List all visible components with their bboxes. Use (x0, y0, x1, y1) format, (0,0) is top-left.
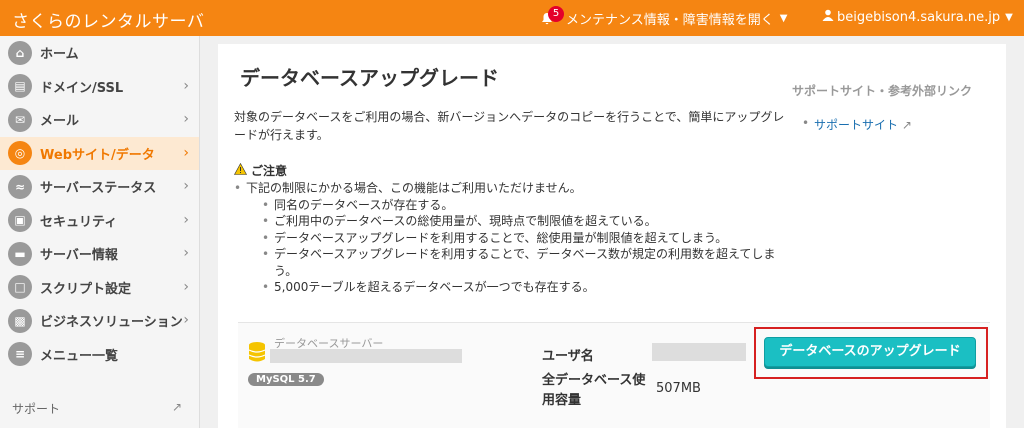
globe-icon: ◎ (8, 141, 32, 166)
db-user-name-redacted (652, 343, 746, 361)
sidebar-support-link[interactable]: サポート (12, 400, 60, 417)
list-item: データベースアップグレードを利用することで、総使用量が制限値を超えてしまう。 (234, 230, 794, 247)
upgrade-database-button[interactable]: データベースのアップグレード (764, 337, 976, 367)
script-icon: □ (8, 275, 32, 300)
mysql-version-badge: MySQL 5.7 (248, 373, 324, 386)
sidebar-item-script-settings[interactable]: □ スクリプト設定 › (0, 271, 199, 305)
caution-title: ご注意 (251, 164, 288, 178)
domain-icon: ▤ (8, 74, 32, 99)
notification-badge: 5 (548, 5, 564, 22)
sidebar-item-home[interactable]: ⌂ ホーム (0, 36, 199, 70)
sidebar-item-label: セキュリティ (40, 214, 118, 230)
chart-icon: ≈ (8, 174, 32, 199)
server-icon: ▬ (8, 241, 32, 266)
list-item: 下記の制限にかかる場合、この機能はご利用いただけません。 (234, 180, 794, 197)
list-item: ご利用中のデータベースの総使用量が、現時点で制限値を超えている。 (234, 213, 794, 230)
links-heading: サポートサイト・参考外部リンク (792, 84, 973, 98)
chevron-right-icon: › (183, 245, 189, 261)
chevron-down-icon: ▼ (1005, 11, 1013, 23)
mail-icon: ✉ (8, 107, 32, 132)
support-site-label: サポートサイト (814, 118, 899, 132)
chevron-right-icon: › (183, 312, 189, 328)
database-row: データベースサーバー MySQL 5.7 ユーザ名 全データベース使用容量 50… (238, 322, 990, 428)
list-item: 同名のデータベースが存在する。 (234, 197, 794, 214)
sidebar-item-domain[interactable]: ▤ ドメイン/SSL › (0, 70, 199, 104)
sidebar-item-menu-list[interactable]: ≡ メニュー一覧 (0, 338, 199, 372)
page-title: データベースアップグレード (240, 66, 499, 90)
chevron-right-icon: › (183, 144, 189, 161)
user-name: beigebison4.sakura.ne.jp (837, 9, 1001, 25)
warning-icon (233, 162, 248, 178)
sidebar-item-label: ホーム (40, 47, 79, 63)
app-logo[interactable]: さくらのレンタルサーバ (12, 7, 204, 32)
menu-list-icon: ≡ (8, 342, 32, 367)
external-link-icon: ↗ (901, 118, 912, 132)
user-menu[interactable]: beigebison4.sakura.ne.jp ▼ (822, 9, 1013, 25)
sidebar-item-server-status[interactable]: ≈ サーバーステータス › (0, 170, 199, 204)
chevron-right-icon: › (183, 278, 189, 295)
caution-heading: ご注意 (233, 162, 288, 179)
business-icon: ▩ (8, 308, 32, 333)
db-server-name-redacted (270, 349, 462, 363)
sidebar-item-label: メニュー一覧 (40, 348, 119, 364)
sidebar-item-label: サーバーステータス (40, 181, 157, 197)
sidebar-item-mail[interactable]: ✉ メール › (0, 103, 199, 137)
db-total-usage-value: 507MB (656, 381, 701, 396)
sidebar-item-label: メール (40, 114, 80, 130)
db-user-label: ユーザ名 (542, 349, 594, 364)
page-description: 対象のデータベースをご利用の場合、新バージョンへデータのコピーを行うことで、簡単… (234, 110, 785, 142)
main-content: データベースアップグレード サポートサイト・参考外部リンク サポートサイト ↗ … (218, 44, 1006, 428)
sidebar-item-label: ビジネスソリューション (40, 315, 183, 331)
sidebar-item-label: サーバー情報 (40, 248, 118, 264)
sidebar: ⌂ ホーム ▤ ドメイン/SSL › ✉ メール › ◎ Webサイト/データ … (0, 36, 200, 428)
maintenance-toggle[interactable]: 5 メンテナンス情報・障害情報を開く ▼ (540, 5, 788, 28)
list-item: データベースアップグレードを利用することで、データベース数が規定の利用数を超えて… (234, 246, 794, 279)
caution-list: 下記の制限にかかる場合、この機能はご利用いただけません。 同名のデータベースが存… (234, 180, 794, 296)
list-item: 5,000テーブルを超えるデータベースが一つでも存在する。 (234, 279, 794, 296)
maintenance-label: メンテナンス情報・障害情報を開く (566, 13, 774, 28)
lock-icon: ▣ (8, 208, 32, 233)
database-icon (248, 341, 266, 363)
chevron-right-icon: › (183, 77, 189, 94)
chevron-right-icon: › (183, 111, 189, 127)
sidebar-item-business[interactable]: ▩ ビジネスソリューション › (0, 304, 199, 338)
chevron-right-icon: › (183, 211, 189, 228)
sidebar-item-label: Webサイト/データ (40, 147, 155, 163)
chevron-right-icon: › (183, 178, 189, 194)
user-icon (822, 9, 834, 25)
sidebar-item-security[interactable]: ▣ セキュリティ › (0, 204, 199, 238)
sidebar-item-server-info[interactable]: ▬ サーバー情報 › (0, 237, 199, 271)
bell-icon: 5 (540, 5, 564, 26)
sidebar-item-website-data[interactable]: ◎ Webサイト/データ › (0, 136, 199, 170)
sidebar-item-label: ドメイン/SSL (40, 80, 124, 96)
db-total-usage-label: 全データベース使用容量 (542, 373, 646, 408)
chevron-down-icon: ▼ (779, 13, 788, 24)
external-link-icon: ↗ (172, 400, 183, 414)
top-header: さくらのレンタルサーバ 5 メンテナンス情報・障害情報を開く ▼ beigebi… (0, 0, 1024, 36)
home-icon: ⌂ (8, 40, 32, 65)
support-site-link[interactable]: サポートサイト ↗ (802, 116, 912, 133)
sidebar-item-label: スクリプト設定 (40, 281, 132, 297)
